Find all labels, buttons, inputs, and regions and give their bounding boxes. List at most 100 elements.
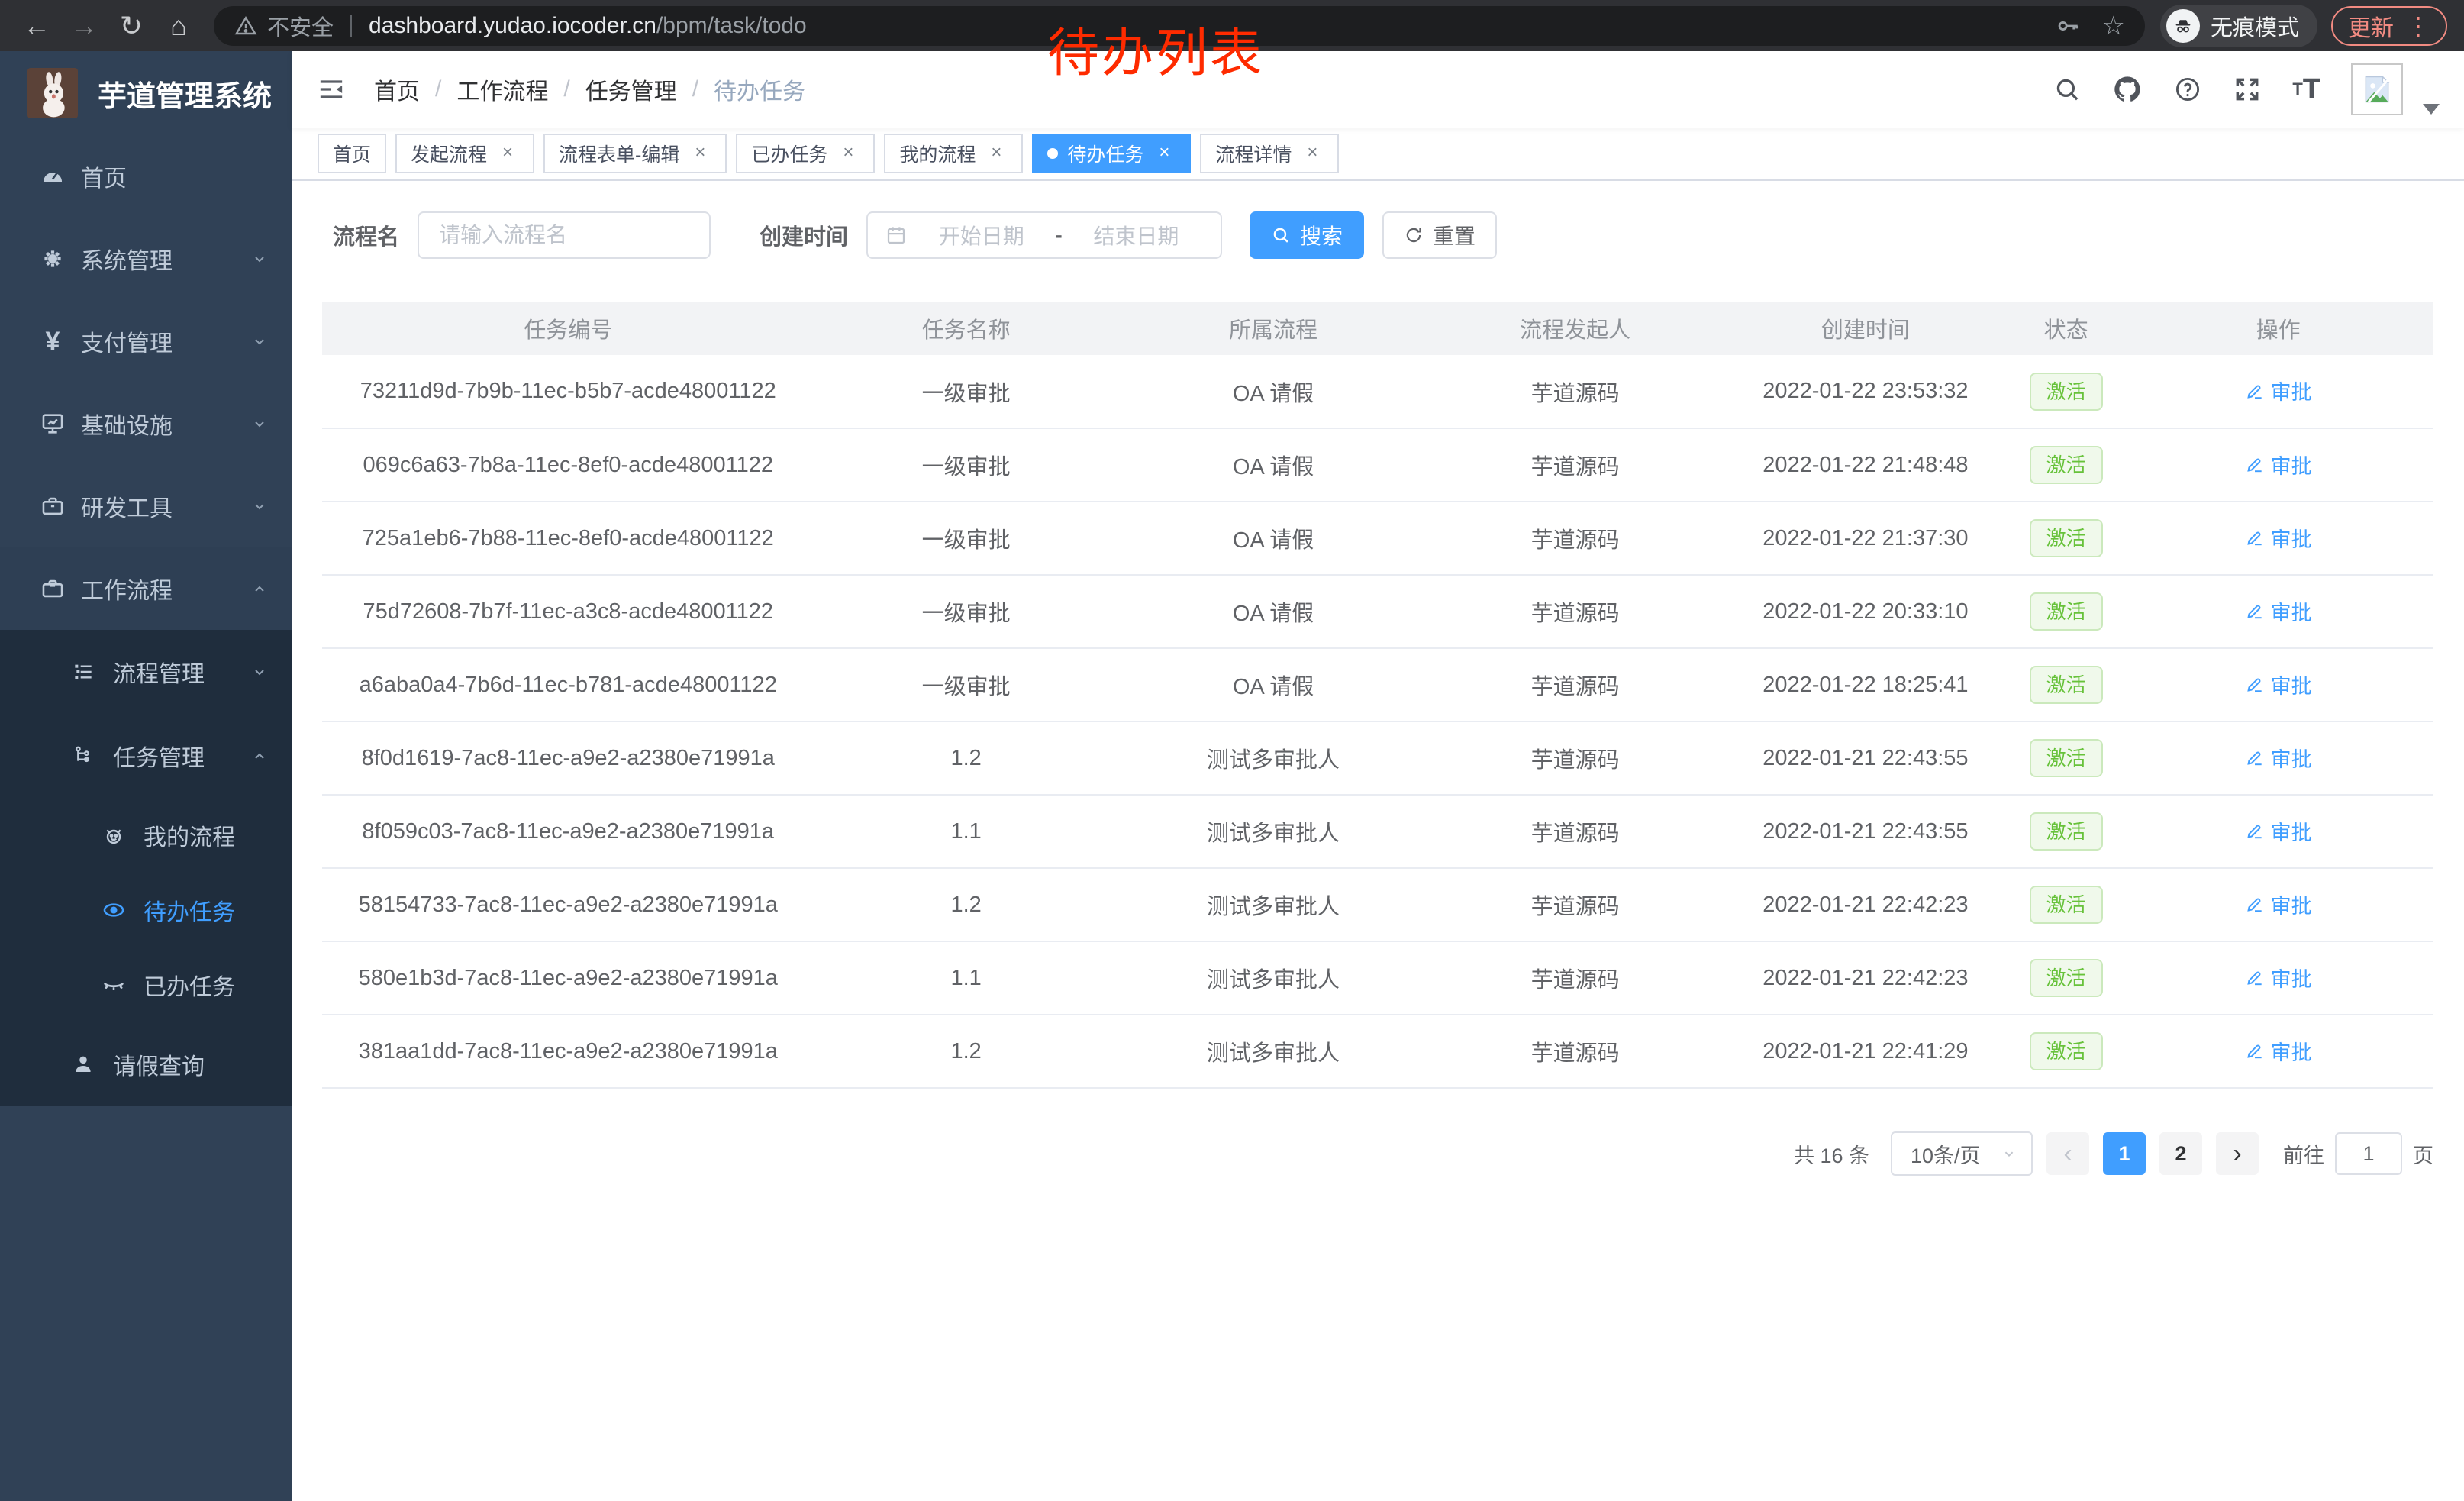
sidebar-item-workflow[interactable]: 工作流程 [0,547,292,630]
task-name-cell: 1.1 [814,795,1118,868]
url-bar[interactable]: 不安全 dashboard.yudao.iocoder.cn /bpm/task… [214,6,2145,46]
task-id-cell: 8f0d1619-7ac8-11ec-a9e2-a2380e71991a [322,721,814,795]
github-icon[interactable] [2112,74,2143,105]
sidebar-item-system[interactable]: 系统管理 [0,218,292,300]
breadcrumb-workflow[interactable]: 工作流程 [456,73,548,106]
browser-home-icon[interactable]: ⌂ [159,10,198,42]
create-time-cell: 2022-01-21 22:42:23 [1722,941,2009,1015]
close-icon[interactable]: × [1153,142,1176,165]
approve-button[interactable]: 审批 [2245,1036,2312,1066]
bookmark-star-icon[interactable]: ☆ [2102,11,2125,41]
avatar-caret-icon[interactable] [2423,104,2440,115]
page-button-2[interactable]: 2 [2159,1132,2202,1175]
approve-button[interactable]: 审批 [2245,376,2312,405]
sidebar-item-devtools[interactable]: 研发工具 [0,465,292,547]
create-time-cell: 2022-01-21 22:43:55 [1722,721,2009,795]
create-time-cell: 2022-01-22 18:25:41 [1722,648,2009,721]
process-cell: 测试多审批人 [1118,795,1429,868]
sidebar-item-todo-tasks[interactable]: 待办任务 [0,873,292,947]
sidebar-item-my-process[interactable]: 我的流程 [0,798,292,873]
tab-start-process[interactable]: 发起流程 × [395,134,534,173]
approve-button[interactable]: 审批 [2245,889,2312,919]
browser-back-icon[interactable]: ← [17,10,56,42]
end-date-placeholder[interactable]: 结束日期 [1069,220,1204,250]
approve-button[interactable]: 审批 [2245,596,2312,626]
process-cell: OA 请假 [1118,575,1429,648]
reset-button[interactable]: 重置 [1382,211,1497,259]
font-size-icon[interactable]: TT [2292,73,2320,106]
table-row: 75d72608-7b7f-11ec-a3c8-acde48001122 一级审… [322,575,2433,648]
browser-reload-icon[interactable]: ↻ [111,10,151,42]
help-icon[interactable] [2173,75,2202,104]
goto-page-input[interactable] [2335,1132,2402,1175]
table-body: 73211d9d-7b9b-11ec-b5b7-acde48001122 一级审… [322,355,2433,1088]
toolbox-icon [37,493,69,519]
tab-process-detail[interactable]: 流程详情 × [1200,134,1339,173]
monitor-icon [37,411,69,437]
table-header-cell: 流程发起人 [1428,302,1721,355]
prev-page-button[interactable]: ‹ [2046,1132,2089,1175]
page-size-select[interactable]: 10条/页 [1891,1131,2033,1176]
app-title: 芋道管理系统 [98,73,272,115]
approve-button[interactable]: 审批 [2245,816,2312,846]
sidebar-item-infrastructure[interactable]: 基础设施 [0,383,292,465]
sidebar-item-leave-query[interactable]: 请假查询 [0,1022,292,1106]
tab-done-tasks[interactable]: 已办任务 × [736,134,875,173]
search-icon[interactable] [2053,75,2082,104]
yen-icon: ¥ [37,327,69,357]
action-cell: 审批 [2123,941,2433,1015]
page-button-1[interactable]: 1 [2103,1132,2146,1175]
close-icon[interactable]: × [1301,142,1324,165]
chevron-up-icon [250,747,269,765]
approve-button[interactable]: 审批 [2245,670,2312,699]
sidebar-item-payment[interactable]: ¥ 支付管理 [0,300,292,383]
close-icon[interactable]: × [689,142,711,165]
date-range-picker[interactable]: 开始日期 - 结束日期 [866,211,1222,259]
breadcrumb-task-mgmt[interactable]: 任务管理 [585,73,677,106]
browser-menu-icon[interactable]: ⋮ [2406,11,2430,40]
status-badge: 激活 [2030,519,2103,557]
breadcrumb-separator: / [435,76,441,102]
initiator-cell: 芋道源码 [1428,648,1721,721]
process-cell: 测试多审批人 [1118,721,1429,795]
approve-button[interactable]: 审批 [2245,963,2312,993]
status-badge: 激活 [2030,592,2103,631]
chevron-down-icon [250,332,269,350]
tab-home[interactable]: 首页 [318,134,386,173]
create-time-cell: 2022-01-21 22:41:29 [1722,1015,2009,1088]
status-badge: 激活 [2030,666,2103,704]
sidebar-item-process-mgmt[interactable]: 流程管理 [0,630,292,714]
action-cell: 审批 [2123,795,2433,868]
fullscreen-icon[interactable] [2233,75,2262,104]
close-icon[interactable]: × [837,142,859,165]
app-logo-row[interactable]: 芋道管理系统 [0,51,292,135]
close-icon[interactable]: × [985,142,1008,165]
task-name-cell: 1.2 [814,868,1118,941]
browser-forward-icon[interactable]: → [64,10,104,42]
tab-my-process[interactable]: 我的流程 × [884,134,1023,173]
sidebar-item-home[interactable]: 首页 [0,135,292,218]
incognito-badge: 无痕模式 [2160,5,2317,47]
password-key-icon[interactable] [2055,13,2081,39]
goto-suffix: 页 [2413,1139,2433,1169]
breadcrumb-home[interactable]: 首页 [374,73,420,106]
next-page-button[interactable]: › [2216,1132,2259,1175]
browser-update-button[interactable]: 更新 ⋮ [2331,6,2447,46]
avatar[interactable] [2351,63,2403,115]
main-content: 首页 / 工作流程 / 任务管理 / 待办任务 [292,51,2464,1501]
sidebar-item-task-mgmt[interactable]: 任务管理 [0,714,292,798]
close-icon[interactable]: × [496,142,519,165]
action-cell: 审批 [2123,428,2433,502]
tab-todo-tasks[interactable]: 待办任务 × [1032,134,1191,173]
approve-button[interactable]: 审批 [2245,523,2312,553]
create-time-cell: 2022-01-22 23:53:32 [1722,355,2009,428]
approve-button[interactable]: 审批 [2245,450,2312,479]
search-button[interactable]: 搜索 [1250,211,1364,259]
sidebar-item-done-tasks[interactable]: 已办任务 [0,947,292,1022]
process-name-input[interactable] [418,211,711,259]
approve-button[interactable]: 审批 [2245,743,2312,773]
tab-process-form-edit[interactable]: 流程表单-编辑 × [543,134,727,173]
start-date-placeholder[interactable]: 开始日期 [914,220,1049,250]
status-cell: 激活 [2009,721,2123,795]
collapse-sidebar-icon[interactable] [316,74,347,105]
